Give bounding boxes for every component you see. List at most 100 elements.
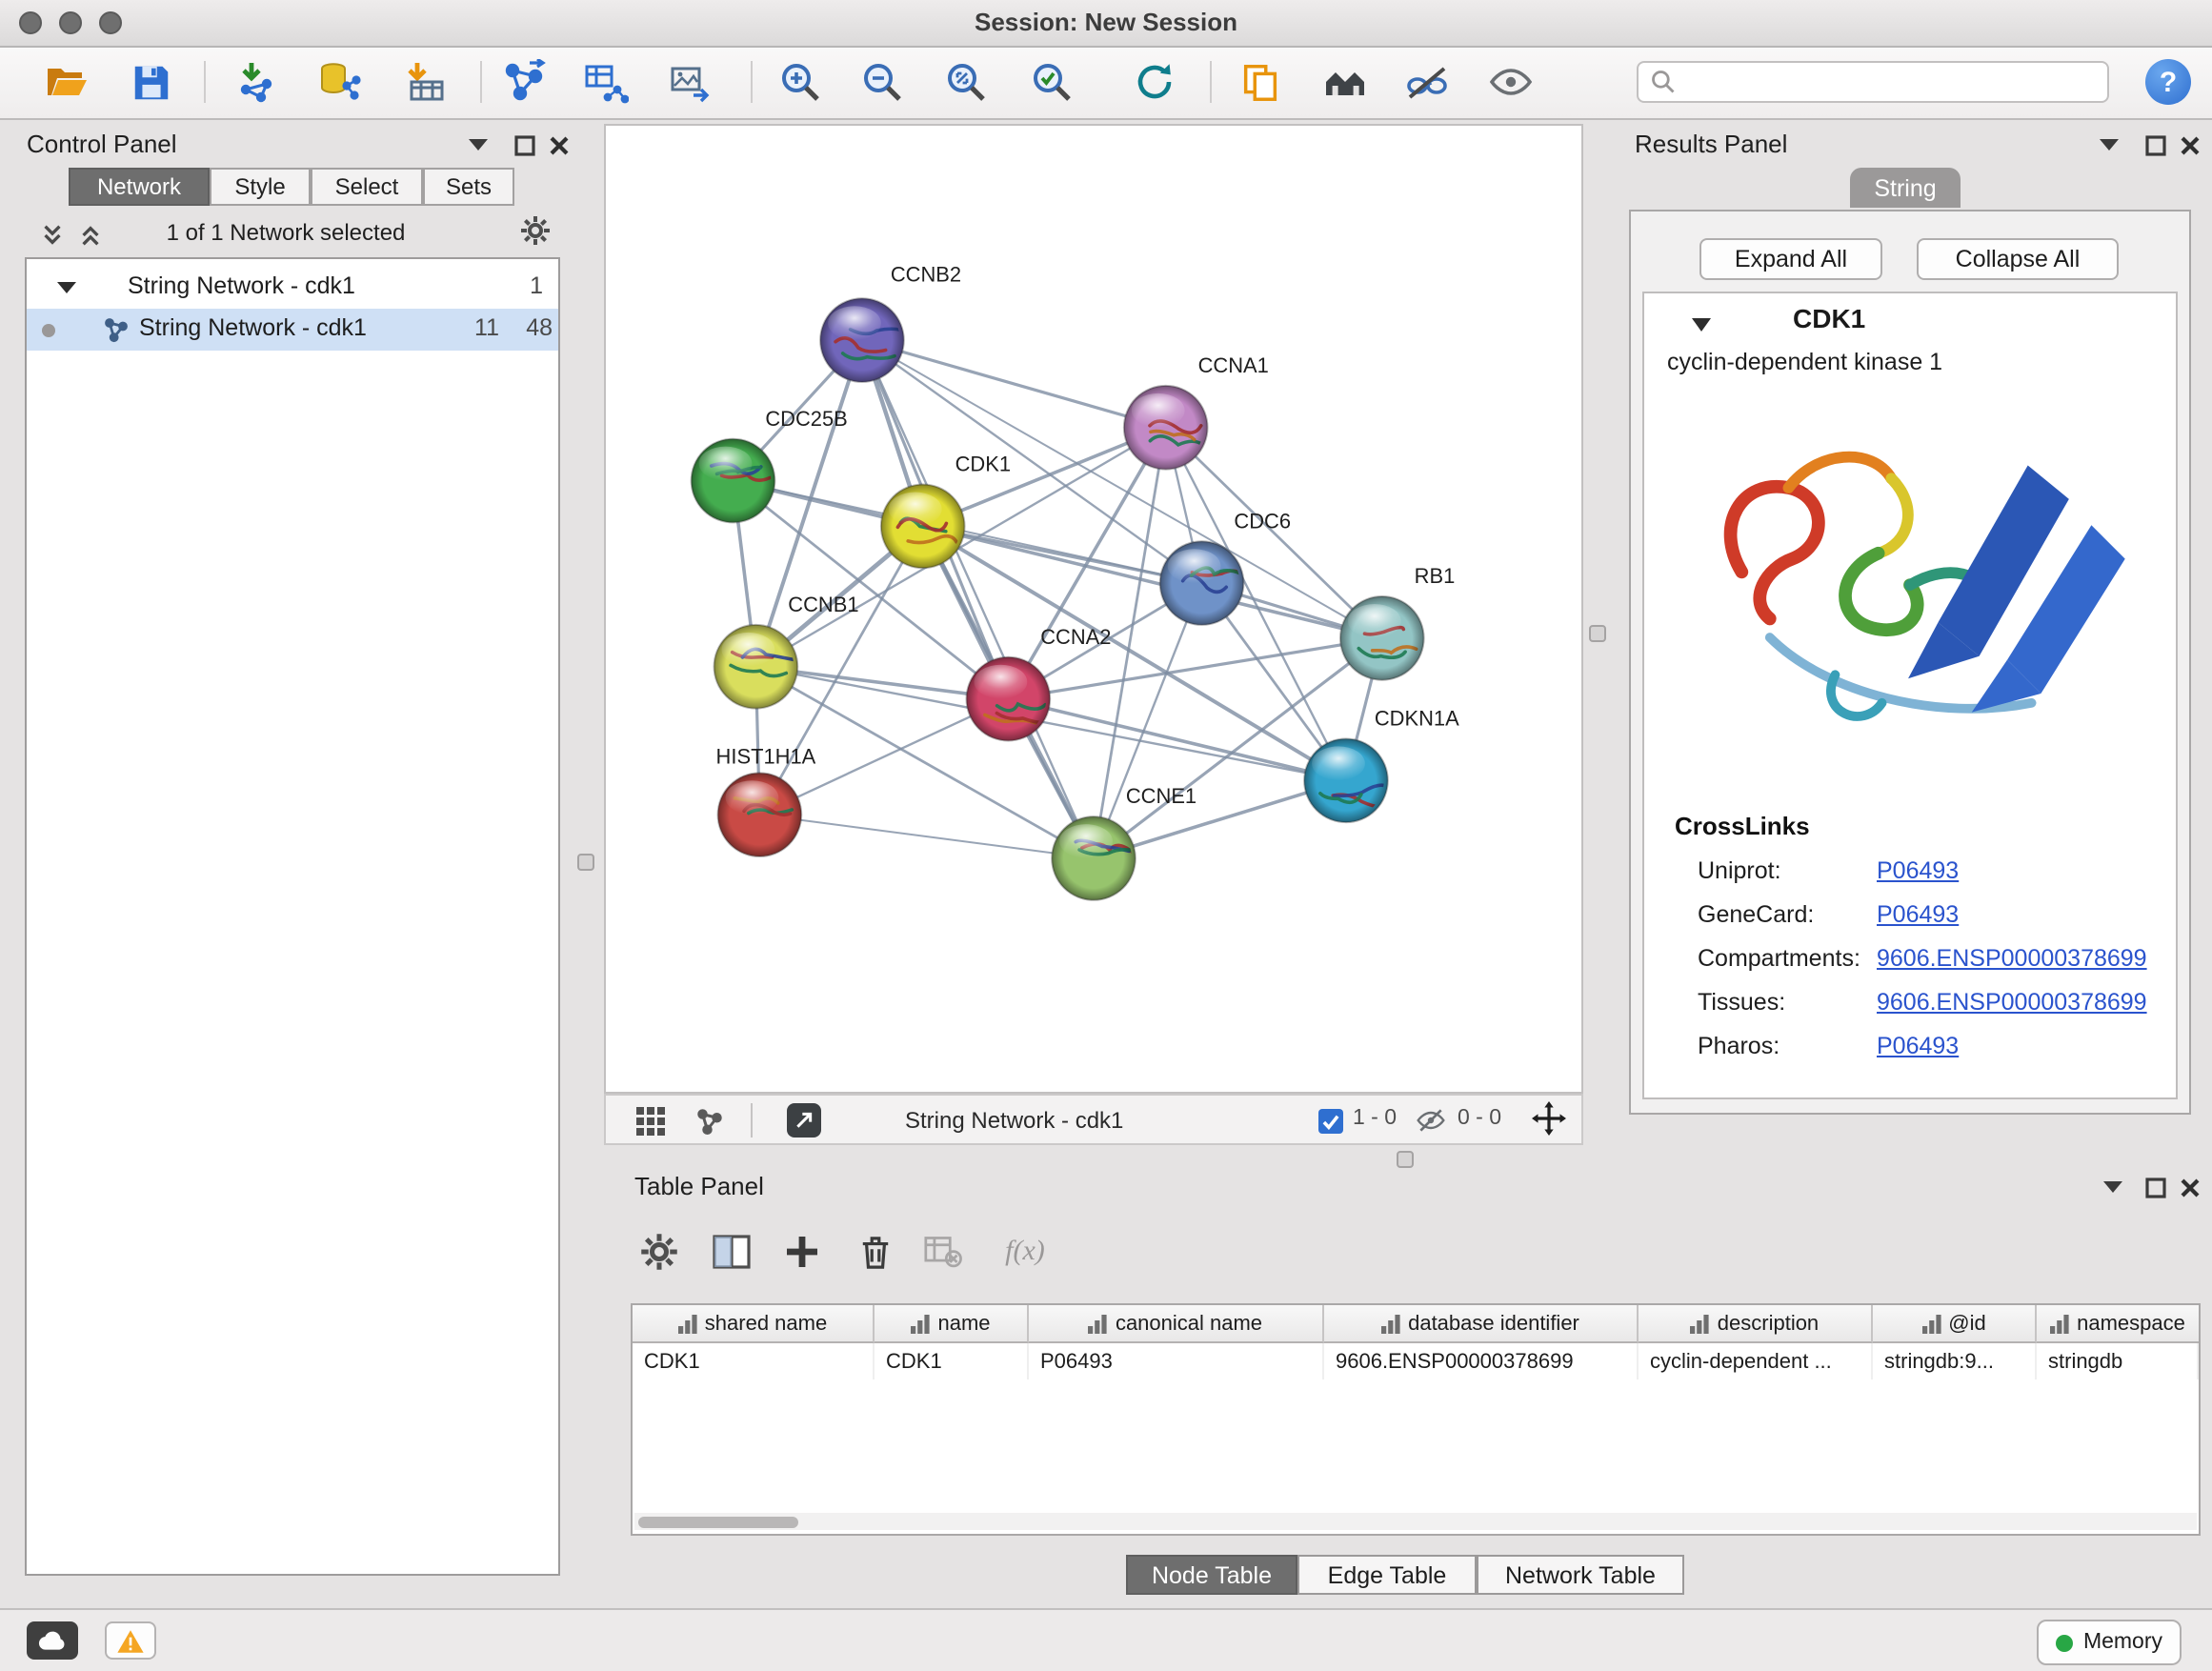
close-panel-icon[interactable] — [2172, 1172, 2206, 1202]
clone-network-button[interactable] — [1235, 57, 1284, 107]
crosslink-link[interactable]: P06493 — [1877, 1033, 1959, 1059]
column-header[interactable]: canonical name — [1029, 1305, 1324, 1343]
table-cell[interactable]: P06493 — [1029, 1343, 1324, 1379]
network-row[interactable]: String Network - cdk1 11 48 — [27, 309, 558, 351]
network-edge[interactable] — [923, 526, 1382, 638]
table-cell[interactable]: 9606.ENSP00000378699 — [1324, 1343, 1639, 1379]
table-cell[interactable]: cyclin-dependent ... — [1639, 1343, 1873, 1379]
column-header[interactable]: database identifier — [1324, 1305, 1639, 1343]
pan-mode-icon[interactable] — [1532, 1103, 1566, 1134]
selected-checkbox-icon[interactable] — [1318, 1109, 1343, 1134]
crosslink-link[interactable]: 9606.ENSP00000378699 — [1877, 945, 2147, 972]
table-options-button[interactable] — [634, 1227, 684, 1277]
network-node-hist1h1a[interactable]: HIST1H1A — [716, 744, 816, 856]
tab-style[interactable]: Style — [210, 168, 311, 206]
tab-select[interactable]: Select — [311, 168, 423, 206]
close-panel-icon[interactable] — [2172, 130, 2206, 160]
maximize-panel-icon[interactable] — [2138, 130, 2172, 160]
column-header[interactable]: shared name — [633, 1305, 875, 1343]
zoom-fit-button[interactable] — [941, 57, 991, 107]
tab-node-table[interactable]: Node Table — [1126, 1555, 1297, 1595]
import-table-button[interactable] — [400, 57, 450, 107]
horizontal-splitter-handle[interactable] — [1397, 1151, 1414, 1168]
vertical-splitter-handle[interactable] — [1589, 625, 1606, 642]
hidden-eye-slash-icon[interactable] — [1414, 1105, 1448, 1136]
scrollbar-thumb[interactable] — [638, 1516, 798, 1527]
network-node-ccna2[interactable]: CCNA2 — [967, 625, 1112, 741]
float-panel-icon[interactable] — [2096, 1172, 2130, 1202]
network-edge[interactable] — [759, 815, 1094, 858]
apply-layout-button[interactable] — [1130, 57, 1179, 107]
open-session-button[interactable] — [42, 57, 91, 107]
tab-network[interactable]: Network — [69, 168, 210, 206]
show-columns-button[interactable] — [707, 1227, 756, 1277]
new-network-button[interactable] — [499, 57, 549, 107]
import-network-file-button[interactable] — [232, 57, 282, 107]
network-node-cdc25b[interactable]: CDC25B — [692, 407, 848, 523]
network-edge[interactable] — [862, 340, 1094, 858]
column-header[interactable]: description — [1639, 1305, 1873, 1343]
zoom-out-button[interactable] — [857, 57, 907, 107]
table-cell[interactable]: CDK1 — [633, 1343, 875, 1379]
tab-network-table[interactable]: Network Table — [1477, 1555, 1684, 1595]
zoom-selected-button[interactable] — [1027, 57, 1076, 107]
network-node-ccna1[interactable]: CCNA1 — [1124, 353, 1269, 470]
hide-annotations-button[interactable] — [1402, 57, 1452, 107]
horizontal-scrollbar[interactable] — [634, 1513, 2197, 1530]
table-cell[interactable]: stringdb — [2037, 1343, 2199, 1379]
clear-table-button[interactable] — [918, 1227, 968, 1277]
save-session-button[interactable] — [126, 57, 175, 107]
show-graphics-details-button[interactable] — [1486, 57, 1536, 107]
function-builder-button[interactable]: f(x) — [993, 1227, 1057, 1277]
crosslink-link[interactable]: 9606.ENSP00000378699 — [1877, 989, 2147, 1016]
network-options-gear-icon[interactable] — [518, 215, 553, 246]
export-image-button[interactable] — [665, 57, 714, 107]
float-panel-icon[interactable] — [461, 130, 495, 160]
network-node-rb1[interactable]: RB1 — [1340, 564, 1455, 680]
column-header[interactable]: name — [875, 1305, 1029, 1343]
tab-string[interactable]: String — [1850, 168, 1961, 208]
create-column-button[interactable] — [777, 1227, 827, 1277]
network-edge[interactable] — [862, 340, 1166, 428]
network-collection-row[interactable]: String Network - cdk1 1 — [27, 267, 558, 309]
close-panel-icon[interactable] — [541, 130, 575, 160]
vertical-splitter-handle[interactable] — [577, 854, 594, 871]
search-input[interactable] — [1684, 67, 2107, 97]
column-header[interactable]: @id — [1873, 1305, 2037, 1343]
detach-view-button[interactable] — [787, 1103, 821, 1137]
network-node-ccne1[interactable]: CCNE1 — [1052, 784, 1196, 900]
column-header[interactable]: namespace — [2037, 1305, 2199, 1343]
cloud-status-button[interactable] — [27, 1621, 78, 1660]
table-cell[interactable]: CDK1 — [875, 1343, 1029, 1379]
network-from-table-button[interactable] — [581, 57, 631, 107]
maximize-panel-icon[interactable] — [2138, 1172, 2172, 1202]
crosslink-link[interactable]: P06493 — [1877, 901, 1959, 928]
network-node-cdc6[interactable]: CDC6 — [1160, 509, 1291, 625]
crosslink-link[interactable]: P06493 — [1877, 857, 1959, 884]
zoom-in-button[interactable] — [775, 57, 825, 107]
table-row[interactable]: CDK1 CDK1 P06493 9606.ENSP00000378699 cy… — [633, 1343, 2199, 1379]
expand-all-button[interactable]: Expand All — [1699, 238, 1882, 280]
memory-button[interactable]: Memory — [2038, 1620, 2182, 1665]
network-node-cdk1[interactable]: CDK1 — [881, 453, 1011, 569]
maximize-panel-icon[interactable] — [507, 130, 541, 160]
search-box[interactable] — [1637, 61, 2109, 103]
network-node-ccnb1[interactable]: CCNB1 — [714, 593, 859, 709]
network-canvas[interactable]: CCNB2CCNA1CDC25BCDK1CDC6RB1CCNB1CCNA2CDK… — [604, 124, 1583, 1094]
show-all-views-button[interactable] — [1320, 57, 1370, 107]
collection-expander-icon[interactable] — [57, 280, 76, 295]
help-button[interactable]: ? — [2145, 59, 2191, 105]
float-panel-icon[interactable] — [2092, 130, 2126, 160]
network-overview-icon[interactable] — [692, 1105, 726, 1136]
tab-edge-table[interactable]: Edge Table — [1297, 1555, 1477, 1595]
warnings-button[interactable] — [105, 1621, 156, 1660]
section-expander-icon[interactable] — [1690, 316, 1713, 333]
table-cell[interactable]: stringdb:9... — [1873, 1343, 2037, 1379]
grid-view-icon[interactable] — [633, 1105, 667, 1136]
network-node-cdkn1a[interactable]: CDKN1A — [1304, 707, 1459, 823]
collapse-all-button[interactable]: Collapse All — [1917, 238, 2119, 280]
tab-sets[interactable]: Sets — [423, 168, 514, 206]
delete-column-button[interactable] — [850, 1227, 899, 1277]
network-edge[interactable] — [755, 340, 862, 667]
load-network-database-button[interactable] — [314, 57, 364, 107]
